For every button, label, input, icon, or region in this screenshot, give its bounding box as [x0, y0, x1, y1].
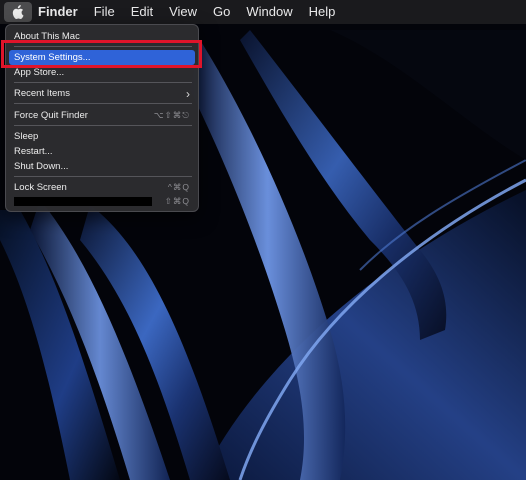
menu-bar: Finder File Edit View Go Window Help [0, 0, 526, 24]
menu-item-shortcut: ⌥⇧⌘⎋ [153, 110, 190, 120]
menu-item-label: Lock Screen [14, 182, 67, 193]
apple-menu-button[interactable] [4, 2, 32, 22]
chevron-right-icon: › [186, 86, 190, 101]
menu-separator [14, 125, 192, 126]
menu-separator [14, 103, 192, 104]
menu-item-label: Sleep [14, 131, 39, 142]
menu-item-label: Restart... [14, 146, 53, 157]
menubar-view[interactable]: View [161, 0, 205, 24]
menubar-app-finder[interactable]: Finder [32, 0, 86, 24]
desktop: Finder File Edit View Go Window Help Abo… [0, 0, 526, 480]
menu-item-label: Recent Items [14, 88, 70, 99]
menu-item-lock-screen[interactable]: Lock Screen ^⌘Q [9, 180, 195, 195]
menu-item-label: Shut Down... [14, 161, 69, 172]
menu-separator [14, 176, 192, 177]
menubar-help[interactable]: Help [301, 0, 344, 24]
menu-separator [14, 82, 192, 83]
menubar-go[interactable]: Go [205, 0, 238, 24]
menu-item-recent-items[interactable]: Recent Items › [9, 86, 195, 101]
menu-item-sleep[interactable]: Sleep [9, 129, 195, 144]
menu-item-shut-down[interactable]: Shut Down... [9, 159, 195, 174]
menubar-file[interactable]: File [86, 0, 123, 24]
menu-item-shortcut: ⇧⌘Q [164, 196, 190, 206]
apple-logo-icon [12, 5, 24, 19]
menu-item-shortcut: ^⌘Q [167, 182, 190, 192]
redacted-label [14, 197, 152, 206]
menu-item-force-quit[interactable]: Force Quit Finder ⌥⇧⌘⎋ [9, 108, 195, 123]
menubar-window[interactable]: Window [238, 0, 300, 24]
menu-item-label: App Store... [14, 67, 65, 78]
menubar-edit[interactable]: Edit [123, 0, 161, 24]
menu-item-label: Force Quit Finder [14, 110, 88, 121]
highlight-annotation-box [1, 40, 202, 68]
menu-item-log-out[interactable]: ⇧⌘Q [9, 194, 195, 209]
menu-item-restart[interactable]: Restart... [9, 144, 195, 159]
